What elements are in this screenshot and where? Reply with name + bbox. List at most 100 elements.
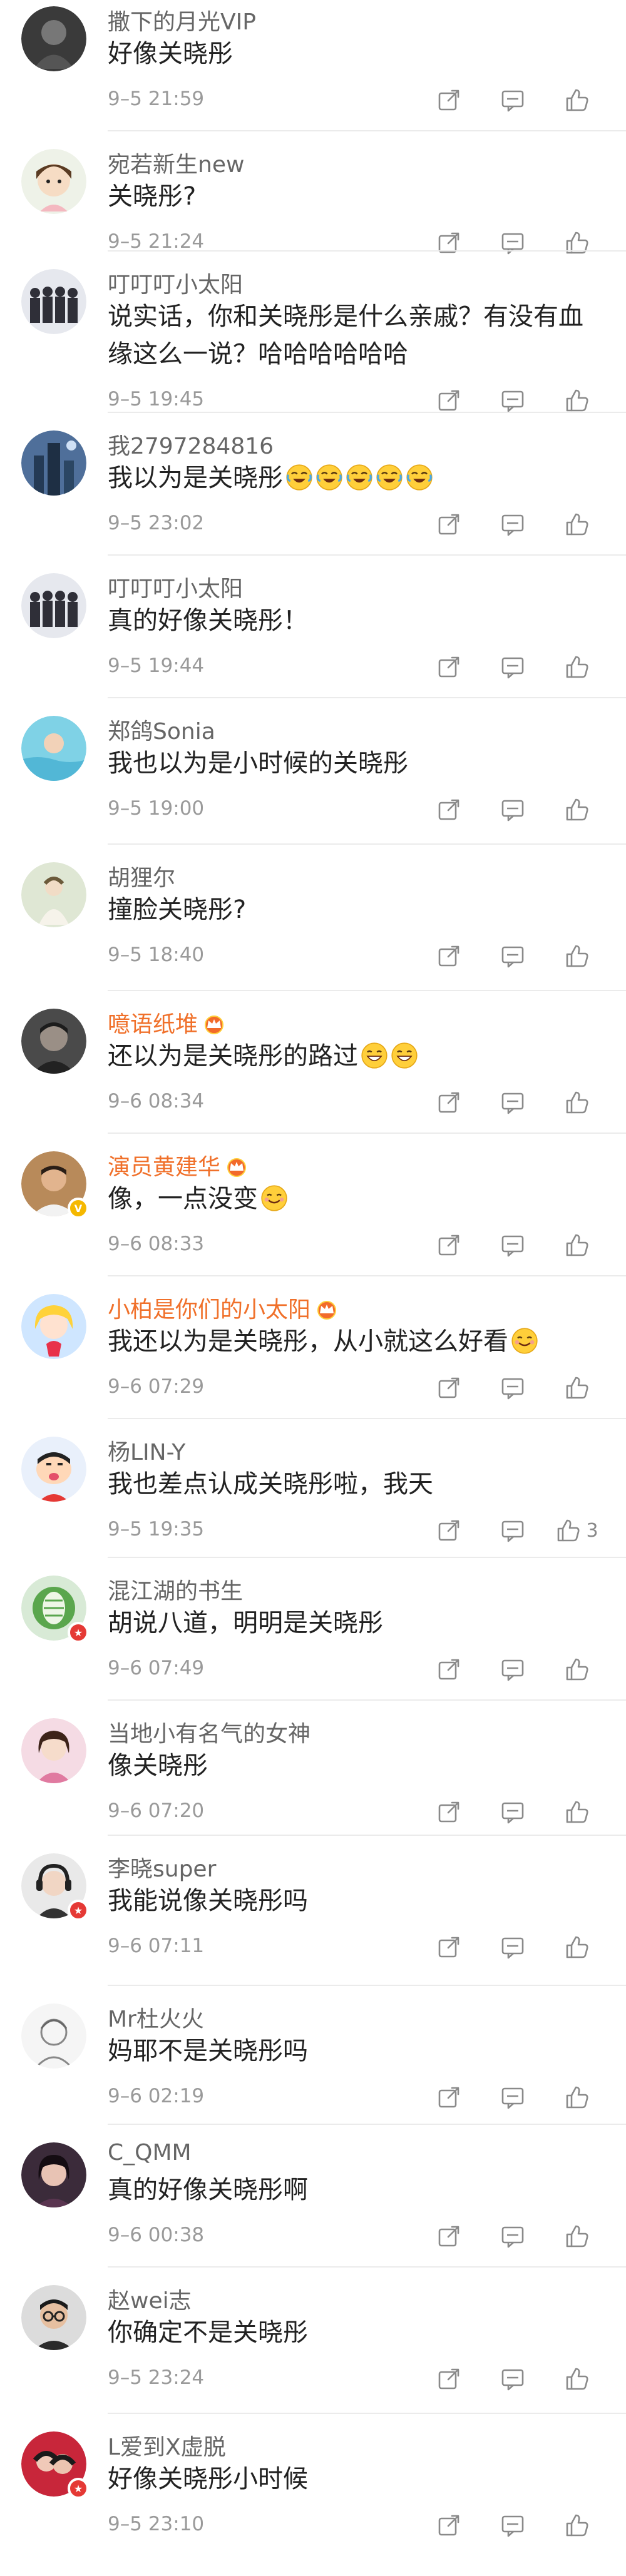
username[interactable]: 郑鸽Sonia [108,713,215,746]
reply-button[interactable] [481,1931,545,1963]
username-text[interactable]: 噫语纸堆 [108,1012,198,1037]
like-button[interactable] [545,2081,608,2114]
like-button[interactable] [545,793,608,826]
reply-button[interactable] [481,2220,545,2253]
username-text[interactable]: 混江湖的书生 [108,1579,243,1604]
username[interactable]: L爱到X虚脱 [108,2429,226,2461]
user-avatar[interactable] [21,2003,86,2069]
reply-button[interactable] [481,1229,545,1261]
username-text[interactable]: 撒下的月光VIP [108,9,256,35]
reply-button[interactable] [481,227,545,259]
share-button[interactable] [417,227,481,259]
share-button[interactable] [417,508,481,541]
username[interactable]: C_QMM [108,2140,192,2166]
username[interactable]: 撒下的月光VIP [108,4,256,36]
username-text[interactable]: 宛若新生new [108,152,244,178]
reply-button[interactable] [481,1653,545,1686]
share-button[interactable] [417,1653,481,1686]
reply-button[interactable] [481,2081,545,2114]
username-text[interactable]: 郑鸽Sonia [108,719,215,745]
like-button[interactable] [545,940,608,972]
user-avatar[interactable] [21,269,86,334]
share-button[interactable] [417,1796,481,1828]
username[interactable]: 李晓super [108,1851,216,1883]
username[interactable]: 赵wei志 [108,2283,192,2315]
like-button[interactable] [545,2509,608,2542]
username[interactable]: 小柏是你们的小太阳 [108,1291,339,1325]
user-avatar[interactable] [21,2142,86,2207]
share-button[interactable] [417,1372,481,1404]
username[interactable]: 宛若新生new [108,146,244,179]
share-button[interactable] [417,2220,481,2253]
username-text[interactable]: C_QMM [108,2140,192,2166]
user-avatar[interactable] [21,862,86,927]
username[interactable]: 杨LIN-Y [108,1434,185,1467]
share-button[interactable] [417,2363,481,2395]
like-button[interactable] [545,1653,608,1686]
share-button[interactable] [417,84,481,116]
like-button[interactable] [545,2363,608,2395]
reply-button[interactable] [481,2509,545,2542]
like-button[interactable] [545,227,608,259]
user-avatar[interactable] [21,430,86,496]
username-text[interactable]: 我2797284816 [108,434,274,459]
user-avatar[interactable] [21,2285,86,2350]
user-avatar[interactable] [21,1009,86,1074]
like-button[interactable] [545,2220,608,2253]
user-avatar[interactable] [21,1294,86,1359]
user-avatar[interactable] [21,149,86,214]
like-button[interactable] [545,1229,608,1261]
share-button[interactable] [417,651,481,683]
share-button[interactable] [417,940,481,972]
username[interactable]: Mr杜火火 [108,2001,204,2034]
reply-button[interactable] [481,508,545,541]
user-avatar[interactable] [21,716,86,781]
reply-button[interactable] [481,651,545,683]
username-text[interactable]: 演员黄建华 [108,1154,220,1180]
reply-button[interactable] [481,793,545,826]
username-text[interactable]: 李晓super [108,1856,216,1882]
share-button[interactable] [417,2081,481,2114]
share-button[interactable] [417,1086,481,1119]
user-avatar[interactable] [21,1718,86,1783]
username[interactable]: 混江湖的书生 [108,1573,243,1606]
username-text[interactable]: L爱到X虚脱 [108,2435,226,2460]
username-text[interactable]: 杨LIN-Y [108,1440,185,1465]
user-avatar[interactable] [21,1437,86,1502]
username-text[interactable]: 小柏是你们的小太阳 [108,1297,310,1323]
like-button[interactable] [545,651,608,683]
username-text[interactable]: 当地小有名气的女神 [108,1721,310,1747]
like-button[interactable]: 3 [545,1514,608,1547]
username-text[interactable]: 叮叮叮小太阳 [108,576,243,602]
like-button[interactable] [545,1931,608,1963]
like-button[interactable] [545,508,608,541]
share-button[interactable] [417,1514,481,1547]
user-avatar[interactable] [21,6,86,71]
like-button[interactable] [545,1796,608,1828]
reply-button[interactable] [481,1796,545,1828]
like-button[interactable] [545,1372,608,1404]
reply-button[interactable] [481,940,545,972]
share-button[interactable] [417,793,481,826]
like-button[interactable] [545,1086,608,1119]
share-button[interactable] [417,2509,481,2542]
username[interactable]: 噫语纸堆 [108,1006,227,1040]
username[interactable]: 叮叮叮小太阳 [108,571,243,603]
username[interactable]: 胡狸尔 [108,860,175,892]
username[interactable]: 当地小有名气的女神 [108,1716,310,1748]
reply-button[interactable] [481,2363,545,2395]
username-text[interactable]: 赵wei志 [108,2288,192,2314]
username-text[interactable]: 叮叮叮小太阳 [108,272,243,298]
username[interactable]: 我2797284816 [108,428,274,461]
username-text[interactable]: Mr杜火火 [108,2007,204,2032]
reply-button[interactable] [481,1514,545,1547]
user-avatar[interactable] [21,573,86,638]
reply-button[interactable] [481,1086,545,1119]
reply-button[interactable] [481,84,545,116]
share-button[interactable] [417,1931,481,1963]
username-text[interactable]: 胡狸尔 [108,865,175,891]
username[interactable]: 叮叮叮小太阳 [108,267,243,299]
reply-button[interactable] [481,1372,545,1404]
share-button[interactable] [417,1229,481,1261]
username[interactable]: 演员黄建华 [108,1149,249,1183]
